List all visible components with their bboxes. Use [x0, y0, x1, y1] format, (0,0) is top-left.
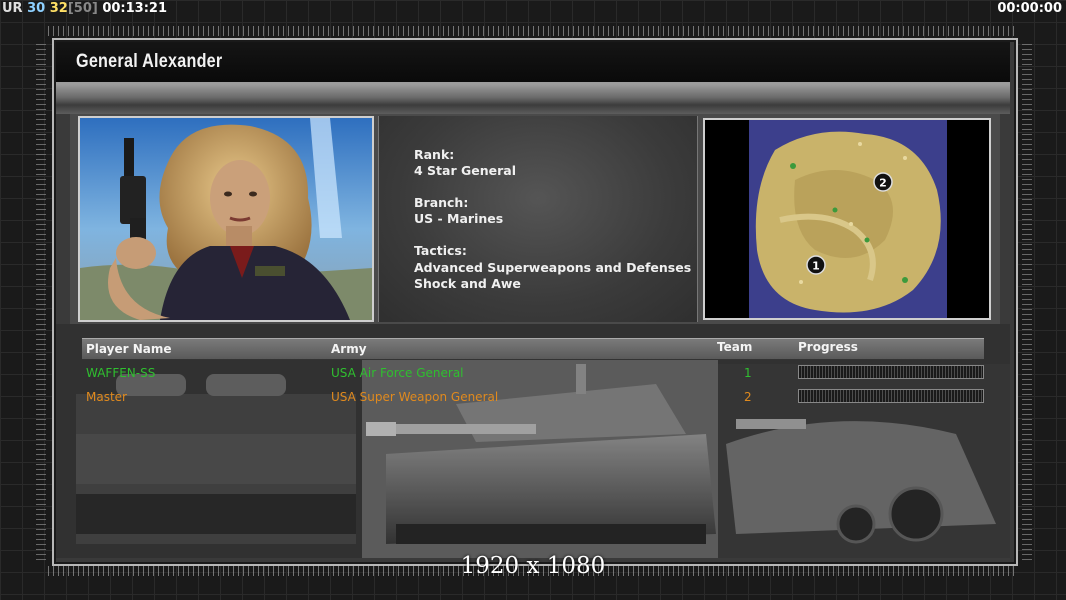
branch-label: Branch: — [414, 195, 469, 210]
header-army: Army — [331, 342, 367, 356]
general-portrait — [78, 116, 374, 322]
minimap: 1 2 — [703, 118, 991, 320]
rank-value: 4 Star General — [414, 163, 516, 178]
header-progress: Progress — [798, 340, 858, 354]
progress-bar — [798, 365, 984, 379]
right-ruler — [1022, 40, 1032, 560]
player-army: USA Air Force General — [331, 366, 464, 380]
portrait-image — [80, 118, 372, 320]
start-position-2: 2 — [873, 172, 893, 192]
player-name: Master — [86, 390, 127, 404]
player-name: WAFFEN-SS — [86, 366, 156, 380]
hud-elapsed-time: 00:13:21 — [102, 1, 168, 16]
hud-stat-2: 32 — [49, 1, 68, 16]
tactics-label: Tactics: — [414, 243, 467, 258]
branch-value: US - Marines — [414, 211, 504, 226]
general-details: Rank: 4 Star General Branch: US - Marine… — [378, 116, 698, 322]
title-bar: General Alexander — [56, 42, 1010, 84]
left-ruler — [36, 40, 46, 560]
hud-stat-3: [50] — [67, 1, 98, 16]
svg-text:2: 2 — [879, 177, 887, 190]
progress-bar — [798, 389, 984, 403]
tactics-line-1: Advanced Superweapons and Defenses — [414, 260, 692, 275]
svg-text:1: 1 — [812, 260, 820, 273]
player-team: 2 — [744, 390, 752, 404]
general-name-title: General Alexander — [76, 51, 223, 72]
header-team: Team — [717, 340, 753, 354]
top-ruler — [48, 26, 1018, 36]
rank-label: Rank: — [414, 147, 455, 162]
players-table-header: Player Name Army Team Progress — [82, 338, 984, 360]
hud-ur-label: UR — [2, 1, 23, 16]
hud-timer: 00:00:00 — [997, 1, 1062, 16]
tactics-line-2: Shock and Awe — [414, 276, 521, 291]
metal-band — [56, 84, 1010, 114]
hud-stats: UR 30 32[50] 00:13:21 — [2, 0, 167, 18]
start-position-1: 1 — [806, 255, 826, 275]
header-player-name: Player Name — [86, 342, 172, 356]
minimap-image: 1 2 — [705, 120, 989, 318]
player-team: 1 — [744, 366, 752, 380]
hud-stat-1: 30 — [27, 1, 46, 16]
player-army: USA Super Weapon General — [331, 390, 499, 404]
resolution-label: 1920 x 1080 — [460, 553, 606, 579]
